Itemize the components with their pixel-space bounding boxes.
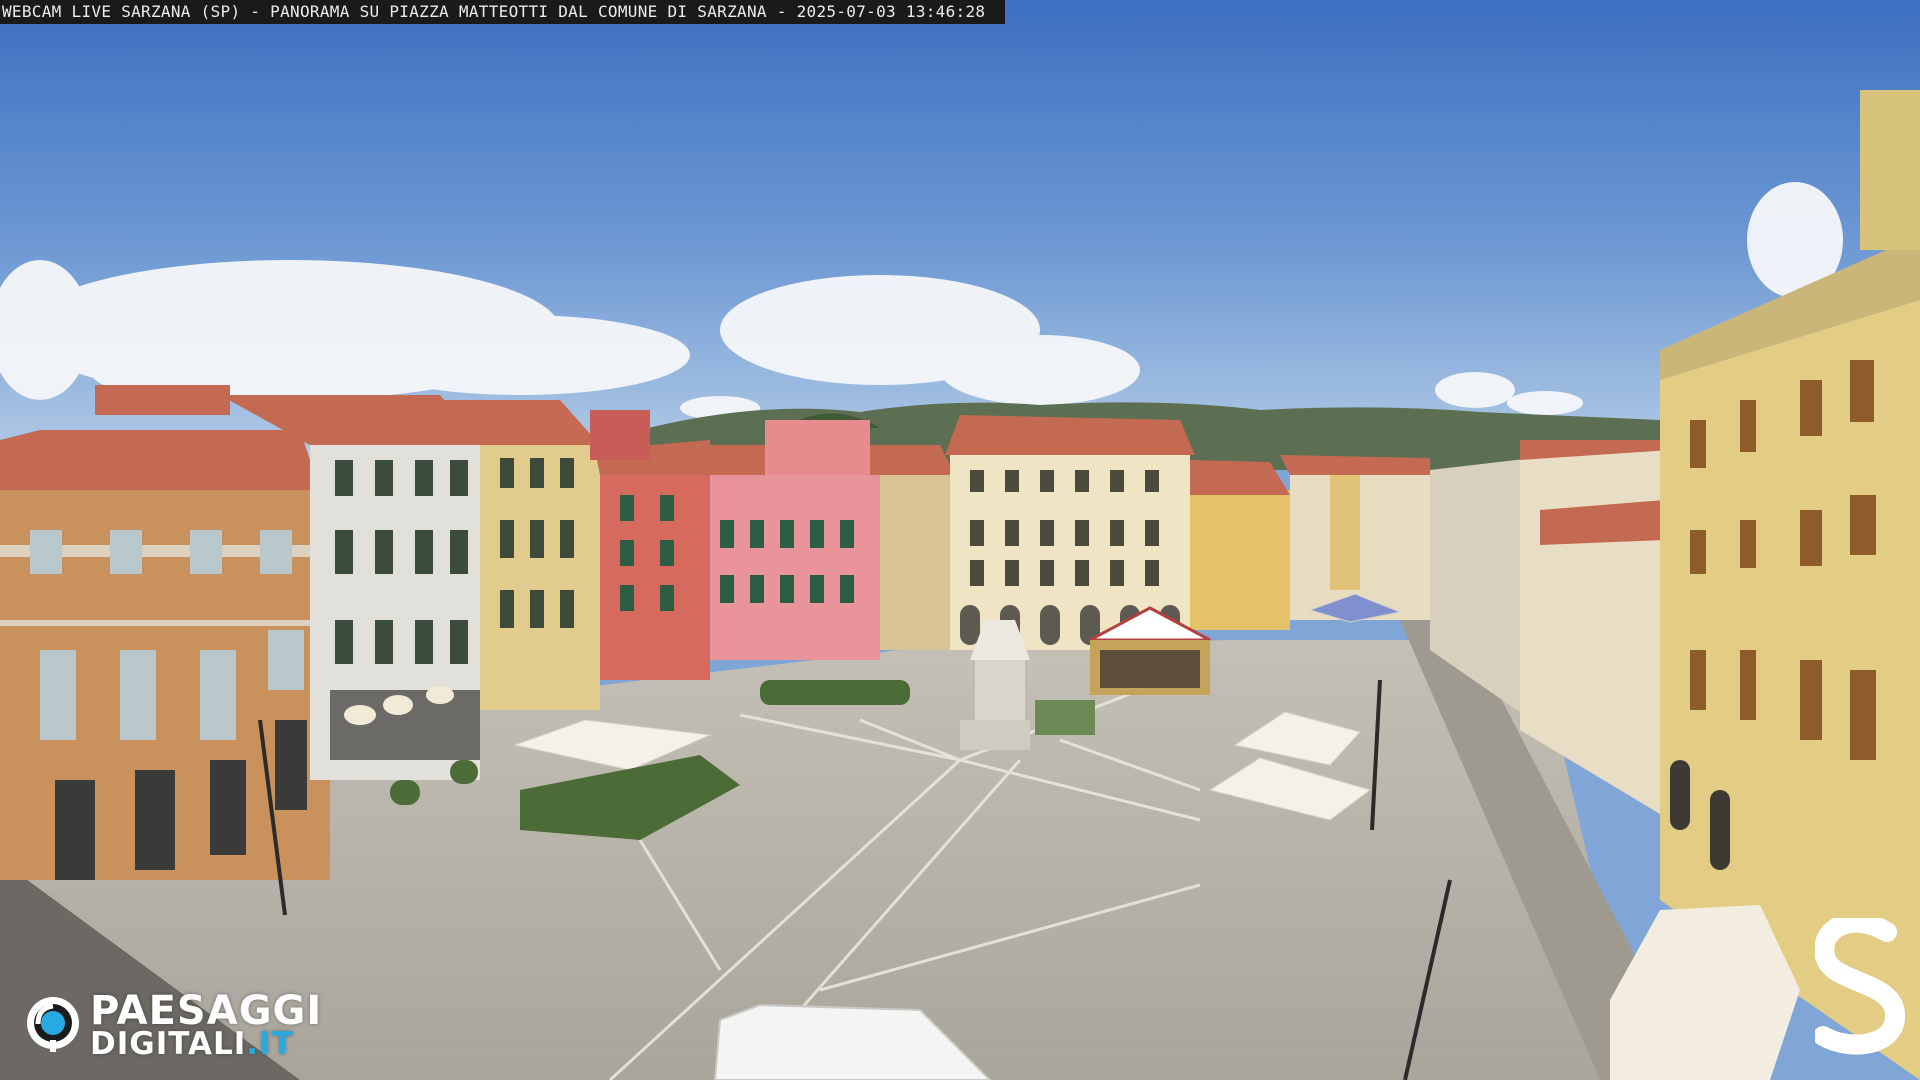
building-beige-small [870,445,955,650]
logo-line2: DIGITALI.IT [90,1026,294,1062]
webcam-scene [0,0,1920,1080]
awning [1610,905,1800,1080]
eye-icon [27,997,79,1052]
building-yellow-center [1190,460,1290,630]
building-pink [700,420,880,660]
logo-tld: .IT [246,1026,294,1062]
s-logo-icon [1815,918,1905,1055]
logo-line2-text: DIGITALI [90,1026,247,1062]
building-left-orange [0,430,330,880]
webcam-caption: WEBCAM LIVE SARZANA (SP) - PANORAMA SU P… [0,0,1006,24]
building-red [590,410,710,680]
